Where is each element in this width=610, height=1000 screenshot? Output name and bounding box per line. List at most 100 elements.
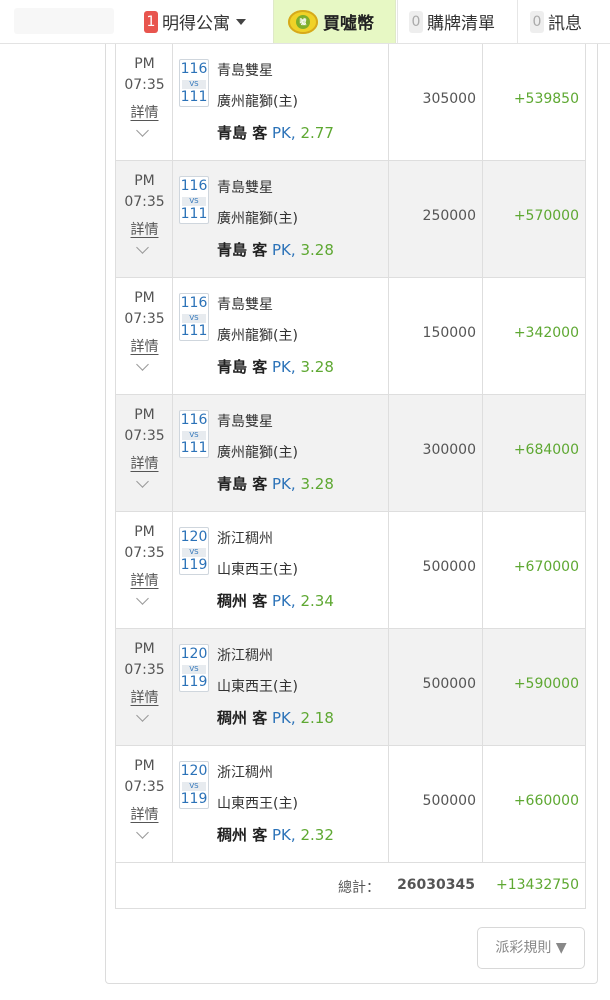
- coin-icon: 噓: [288, 9, 318, 34]
- home-team: 廣州龍獅(主): [217, 445, 298, 461]
- vs-label: VS: [182, 314, 206, 323]
- chevron-down-icon[interactable]: [136, 826, 149, 839]
- pick-odds: 3.28: [300, 358, 334, 376]
- away-score: 120: [180, 646, 208, 662]
- detail-link[interactable]: 詳情: [116, 570, 173, 590]
- away-score: 120: [180, 529, 208, 545]
- away-team: 浙江稠州: [217, 765, 273, 781]
- away-team: 青島雙星: [217, 297, 273, 313]
- chevron-down-icon[interactable]: [136, 124, 149, 137]
- detail-link[interactable]: 詳情: [116, 102, 173, 122]
- msg-label: 訊息: [548, 14, 582, 34]
- bet-amount: 150000: [422, 325, 476, 341]
- time-cell: PM 07:35 詳情: [116, 395, 173, 511]
- pick-odds: 2.77: [300, 124, 334, 142]
- detail-link[interactable]: 詳情: [116, 219, 173, 239]
- list-count-badge: 0: [409, 10, 423, 33]
- pick-odds: 2.32: [300, 826, 334, 844]
- ampm-label: PM: [134, 290, 155, 306]
- bet-pick: 青島 客 PK, 3.28: [217, 473, 334, 494]
- bet-pick: 青島 客 PK, 3.28: [217, 356, 334, 377]
- vs-label: VS: [182, 431, 206, 440]
- ampm-label: PM: [134, 56, 155, 72]
- msg-count-badge: 0: [530, 10, 544, 33]
- win-cell: +342000: [483, 278, 585, 394]
- pick-separator: ,: [290, 124, 296, 142]
- win-amount: +660000: [513, 793, 579, 809]
- game-cell: 120 VS 119 浙江稠州 山東西王(主) 稠州 客 PK, 2.18: [173, 629, 389, 745]
- bet-pick: 青島 客 PK, 3.28: [217, 239, 334, 260]
- win-amount: +670000: [513, 559, 579, 575]
- chevron-down-icon[interactable]: [136, 241, 149, 254]
- pick-separator: ,: [290, 475, 296, 493]
- away-score: 116: [180, 178, 208, 194]
- table-row: PM 07:35 詳情 120 VS 119 浙江稠州 山東西王(主) 稠州 客 PK, 2.3…: [115, 512, 586, 629]
- detail-link[interactable]: 詳情: [116, 336, 173, 356]
- win-amount: +570000: [513, 208, 579, 224]
- list-label: 購牌清單: [427, 14, 495, 34]
- total-win: +13432750: [496, 877, 579, 893]
- win-cell: +670000: [483, 512, 585, 628]
- detail-link[interactable]: 詳情: [116, 687, 173, 707]
- pick-team: 青島 客: [217, 124, 268, 142]
- payout-rules-button[interactable]: 派彩規則 ▼: [477, 927, 585, 969]
- table-row: PM 07:35 詳情 120 VS 119 浙江稠州 山東西王(主) 稠州 客 PK, 2.3…: [115, 746, 586, 863]
- pick-type: PK: [272, 592, 291, 610]
- nav-buy-coins[interactable]: 噓 買噓幣: [273, 0, 396, 43]
- pick-type: PK: [272, 241, 291, 259]
- caret-down-icon: [236, 18, 246, 25]
- score-box: 120 VS 119: [179, 527, 209, 575]
- time-cell: PM 07:35 詳情: [116, 161, 173, 277]
- vs-label: VS: [182, 782, 206, 791]
- nav-house-dropdown[interactable]: 1 明得公寓: [128, 0, 273, 43]
- chevron-down-icon[interactable]: [136, 358, 149, 371]
- score-box: 120 VS 119: [179, 644, 209, 692]
- win-cell: +539850: [483, 44, 585, 160]
- faded-logo: [14, 8, 114, 34]
- win-amount: +342000: [513, 325, 579, 341]
- home-score: 119: [180, 791, 208, 807]
- pick-team: 稠州 客: [217, 592, 268, 610]
- game-cell: 116 VS 111 青島雙星 廣州龍獅(主) 青島 客 PK, 3.28: [173, 395, 389, 511]
- win-cell: +660000: [483, 746, 585, 862]
- away-team: 青島雙星: [217, 63, 273, 79]
- nav-messages[interactable]: 0 訊息: [517, 0, 610, 43]
- buy-label: 買噓幣: [323, 14, 374, 34]
- game-time: 07:35: [124, 779, 165, 795]
- chevron-down-icon[interactable]: [136, 709, 149, 722]
- nav-purchase-list[interactable]: 0 購牌清單: [397, 0, 517, 43]
- chevron-down-icon[interactable]: [136, 592, 149, 605]
- amount-cell: 305000: [389, 44, 483, 160]
- time-cell: PM 07:35 詳情: [116, 44, 173, 160]
- pick-separator: ,: [290, 826, 296, 844]
- home-score: 119: [180, 674, 208, 690]
- pick-type: PK: [272, 709, 291, 727]
- pick-type: PK: [272, 826, 291, 844]
- amount-cell: 150000: [389, 278, 483, 394]
- table-row: PM 07:35 詳情 116 VS 111 青島雙星 廣州龍獅(主) 青島 客 PK, 3.2…: [115, 161, 586, 278]
- time-cell: PM 07:35 詳情: [116, 629, 173, 745]
- home-score: 111: [180, 206, 208, 222]
- vs-label: VS: [182, 548, 206, 557]
- detail-link[interactable]: 詳情: [116, 453, 173, 473]
- game-cell: 116 VS 111 青島雙星 廣州龍獅(主) 青島 客 PK, 3.28: [173, 278, 389, 394]
- detail-link[interactable]: 詳情: [116, 804, 173, 824]
- score-box: 116 VS 111: [179, 176, 209, 224]
- away-team: 浙江稠州: [217, 531, 273, 547]
- home-score: 111: [180, 323, 208, 339]
- home-team: 山東西王(主): [217, 562, 298, 578]
- win-amount: +539850: [513, 91, 579, 107]
- pick-team: 青島 客: [217, 475, 268, 493]
- game-time: 07:35: [124, 545, 165, 561]
- pick-team: 稠州 客: [217, 709, 268, 727]
- pick-separator: ,: [290, 709, 296, 727]
- game-time: 07:35: [124, 428, 165, 444]
- away-team: 青島雙星: [217, 180, 273, 196]
- ampm-label: PM: [134, 641, 155, 657]
- win-cell: +684000: [483, 395, 585, 511]
- bet-amount: 250000: [422, 208, 476, 224]
- bet-amount: 500000: [422, 793, 476, 809]
- chevron-down-icon[interactable]: [136, 475, 149, 488]
- game-cell: 116 VS 111 青島雙星 廣州龍獅(主) 青島 客 PK, 2.77: [173, 44, 389, 160]
- home-team: 廣州龍獅(主): [217, 94, 298, 110]
